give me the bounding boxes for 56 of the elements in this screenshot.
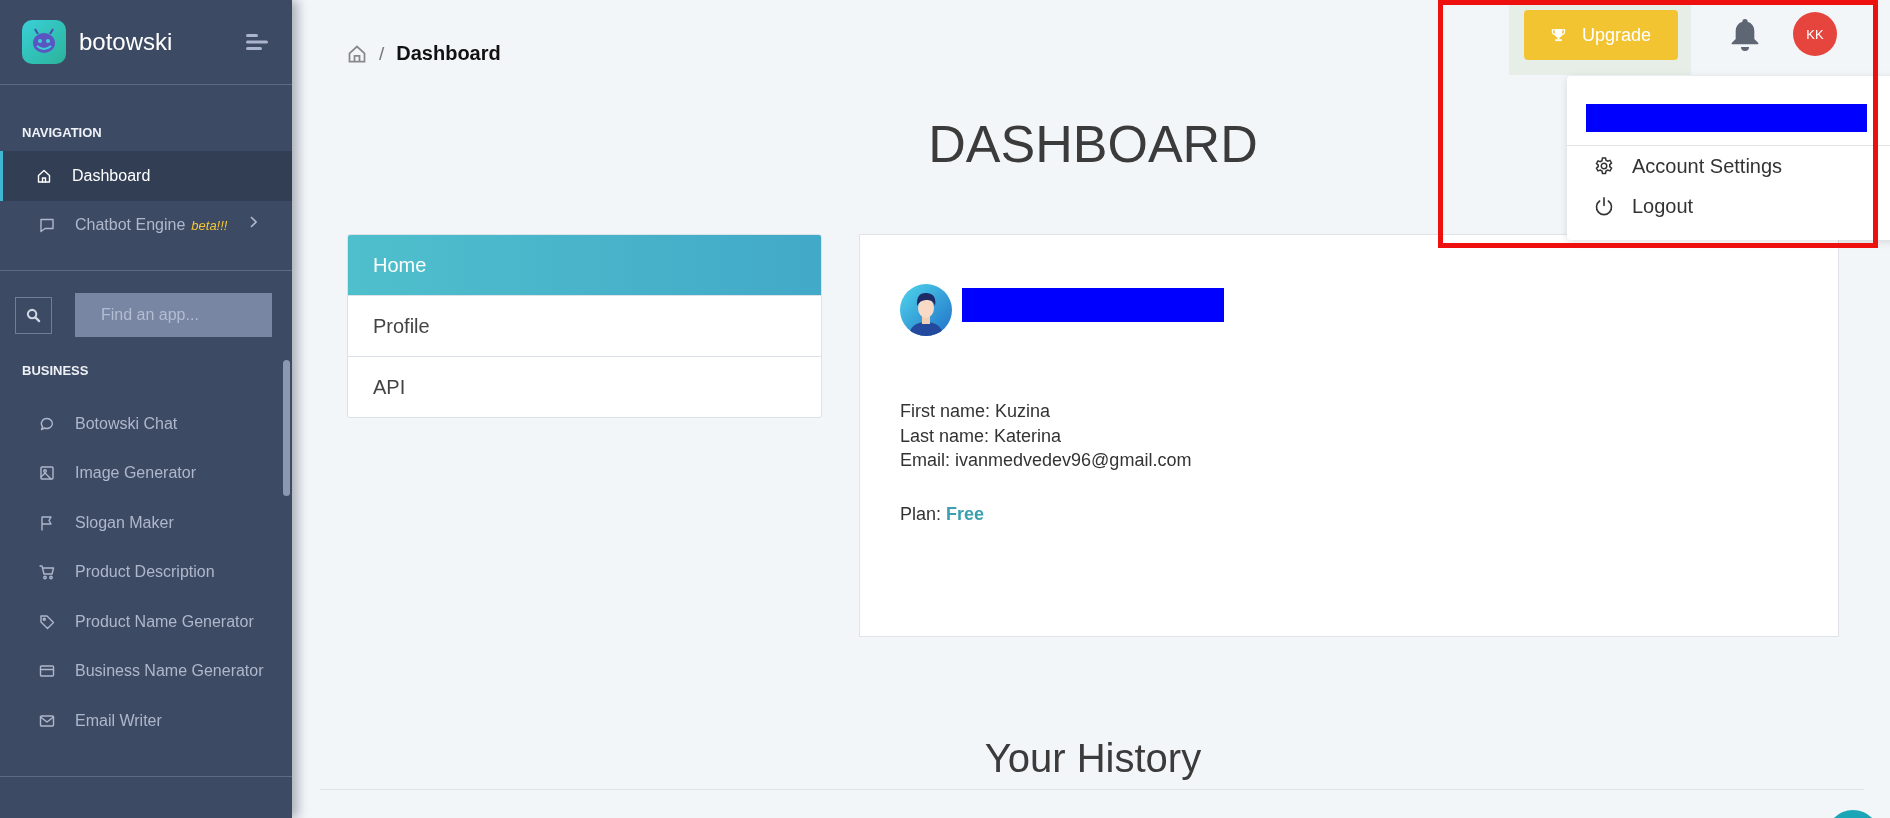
item-label: Slogan Maker <box>75 513 174 532</box>
item-label: Botowski Chat <box>75 414 178 433</box>
chat-icon <box>39 415 55 432</box>
menu-icon[interactable] <box>246 34 268 50</box>
section-heading: NAVIGATION <box>21 124 103 142</box>
item-label: Chatbot Engine <box>75 216 186 235</box>
sidebar-item[interactable]: Product Name Generator <box>0 597 292 647</box>
image-icon <box>39 465 55 482</box>
profile-field: Email: ivanmedvedev96@gmail.com <box>900 448 1798 473</box>
profile-field: Last name: Katerina <box>900 423 1798 448</box>
sidebar-item[interactable]: Image Generator <box>0 448 292 498</box>
user-avatar[interactable]: KK <box>1793 12 1837 56</box>
sidebar-item[interactable]: Slogan Maker <box>0 498 292 548</box>
robot-logo-icon <box>22 20 66 64</box>
item-label: Dashboard <box>72 166 151 185</box>
sidebar-item[interactable]: Business Name Generator <box>0 646 292 696</box>
flag-icon <box>39 514 55 531</box>
trophy-icon <box>1550 27 1566 43</box>
home-icon <box>36 167 52 184</box>
cart-icon <box>39 564 55 581</box>
bell-icon[interactable] <box>1729 17 1761 53</box>
plan-text: Plan: Free <box>900 502 986 526</box>
breadcrumb-separator: / <box>379 42 385 65</box>
search-button[interactable] <box>15 296 52 334</box>
tag-icon <box>39 613 55 630</box>
section-title: Your History <box>983 735 1203 781</box>
section-heading: BUSINESS <box>21 362 90 380</box>
item-label: Email Writer <box>75 711 162 730</box>
chat-bubble-icon <box>39 217 55 234</box>
sidebar-item[interactable]: Email Writer <box>0 696 292 746</box>
search-icon <box>26 307 41 323</box>
settings-icon <box>1594 156 1614 176</box>
tab[interactable]: API <box>348 356 821 417</box>
scrollbar[interactable] <box>283 360 290 496</box>
menu-item[interactable]: Account Settings <box>1567 146 1890 186</box>
item-label: Product Description <box>75 563 215 582</box>
brand-name: botowski <box>79 28 174 56</box>
item-label: Image Generator <box>75 464 196 483</box>
sidebar-item[interactable]: Chatbot Engine beta!!! <box>0 200 292 250</box>
search-field[interactable]: Find an app... <box>75 293 272 337</box>
breadcrumb-current: Dashboard <box>396 42 501 65</box>
card-icon <box>39 663 55 680</box>
home-icon[interactable] <box>347 43 367 64</box>
menu-item[interactable]: Logout <box>1567 186 1890 226</box>
beta-label: beta!!! <box>191 217 228 233</box>
sidebar-item[interactable]: Product Description <box>0 547 292 597</box>
tab[interactable]: Profile <box>348 295 821 356</box>
profile-field: First name: Kuzina <box>900 399 1798 424</box>
user-avatar-icon <box>900 283 952 337</box>
item-label: Business Name Generator <box>75 662 264 681</box>
page-title: DASHBOARD <box>928 114 1258 174</box>
sidebar-item[interactable]: Dashboard <box>0 151 292 201</box>
power-icon <box>1594 196 1614 216</box>
mail-icon <box>39 712 55 729</box>
sidebar-item[interactable]: Botowski Chat <box>0 399 292 449</box>
item-label: Product Name Generator <box>75 612 254 631</box>
